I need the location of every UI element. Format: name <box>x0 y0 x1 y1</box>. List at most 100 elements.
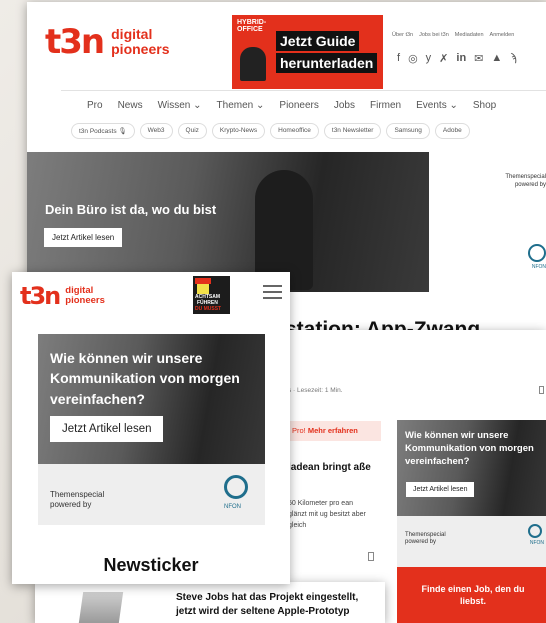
twitter-icon[interactable]: y <box>426 52 432 65</box>
banner-book: HYBRID- OFFICE <box>234 17 274 87</box>
magazine-cover[interactable]: ACHTSAM FÜHREN DU MUSST <box>193 276 230 314</box>
tag-samsung[interactable]: Samsung <box>386 123 430 139</box>
nav-shop[interactable]: Shop <box>473 100 496 111</box>
tag-podcasts[interactable]: t3n Podcasts 🎙 <box>71 123 135 139</box>
hamburger-menu-icon[interactable] <box>263 285 282 299</box>
side-ad-sponsor: Themenspecial powered by NFON <box>397 516 546 570</box>
nav-themen[interactable]: Themen ⌄ <box>217 100 265 111</box>
story2-card[interactable]: Steve Jobs hat das Projekt eingestellt, … <box>35 582 385 623</box>
pro-label: Pro! <box>292 426 306 435</box>
tag-bar: t3n Podcasts 🎙 Web3 Quiz Krypto-News Hom… <box>71 123 470 139</box>
top-link-media[interactable]: Mediadaten <box>455 32 484 38</box>
hero-banner[interactable]: Dein Büro ist da, wo du bist Jetzt Artik… <box>27 152 429 292</box>
top-link-ueber[interactable]: Über t3n <box>392 32 413 38</box>
banner-illustration <box>240 47 266 81</box>
main-nav: Pro News Wissen ⌄ Themen ⌄ Pioneers Jobs… <box>87 100 496 111</box>
tag-web3[interactable]: Web3 <box>139 123 173 139</box>
xing-icon[interactable]: ✗ <box>439 52 448 65</box>
nfon-logo-icon <box>528 244 546 262</box>
nav-pioneers[interactable]: Pioneers <box>279 100 318 111</box>
nav-firmen[interactable]: Firmen <box>370 100 401 111</box>
hero-sponsor: Themenspecial powered by NFON <box>429 152 546 292</box>
mobile-logo-mark: t3n <box>20 282 61 310</box>
story1-text: 50 Kilometer pro ean glänzt mit ug besit… <box>288 500 366 530</box>
tag-krypto[interactable]: Krypto-News <box>211 123 266 139</box>
mobile-ad-sponsor-label2: powered by <box>50 500 92 509</box>
mobile-logo-line2: pioneers <box>65 295 105 306</box>
chevron-down-icon: ⌄ <box>256 100 265 111</box>
instagram-icon[interactable]: ◎ <box>408 52 418 65</box>
nav-jobs[interactable]: Jobs <box>334 100 355 111</box>
mobile-logo[interactable]: t3n digital pioneers <box>20 282 105 310</box>
nav-news[interactable]: News <box>118 100 143 111</box>
mobile-ad-sponsor: Themenspecial powered by NFON <box>38 464 265 525</box>
magazine-line3: DU MUSST <box>195 306 222 312</box>
divider <box>61 90 546 91</box>
nfon-logo-icon <box>224 475 248 499</box>
rss-icon[interactable]: ϡ <box>510 52 516 65</box>
hero-sponsor-label: Themenspecial <box>505 174 546 180</box>
mail-icon[interactable]: ✉ <box>474 52 483 65</box>
story2-title: Steve Jobs hat das Projekt eingestellt, … <box>176 592 359 617</box>
story1-title[interactable]: ladean bringt aße <box>288 461 380 475</box>
tag-newsletter[interactable]: t3n Newsletter <box>323 123 382 139</box>
magazine-stripe <box>197 284 209 294</box>
nfon-logo-text: NFON <box>531 264 546 270</box>
social-icons: f ◎ y ✗ in ✉ ▲ ϡ <box>397 52 517 65</box>
site-logo[interactable]: t3n digital pioneers <box>45 22 169 62</box>
nav-events[interactable]: Events ⌄ <box>416 100 458 111</box>
header: t3n digital pioneers HYBRID- OFFICE Jetz… <box>27 2 546 89</box>
side-ad-title: Wie können wir unsere Kommunikation von … <box>405 430 534 467</box>
mobile-ad-sponsor-label: Themenspecial <box>50 490 105 499</box>
pro-link[interactable]: Mehr erfahren <box>308 426 358 435</box>
chevron-down-icon: ⌄ <box>193 100 202 111</box>
job-box[interactable]: Finde einen Job, den du liebst. <box>397 567 546 623</box>
bookmark-icon[interactable] <box>539 386 544 394</box>
article-view: s · Lesezeit: 1 Min. Pro! Mehr erfahren … <box>272 330 546 623</box>
logo-line2: pioneers <box>111 41 170 57</box>
nfon-logo-icon <box>528 524 542 538</box>
story-bookmark-icon[interactable] <box>368 552 374 561</box>
banner-line2: herunterladen <box>276 53 378 73</box>
side-ad-button[interactable]: Jetzt Artikel lesen <box>406 482 475 497</box>
top-link-jobs[interactable]: Jobs bei t3n <box>419 32 449 38</box>
pro-banner[interactable]: Pro! Mehr erfahren <box>286 421 381 441</box>
side-ad-sponsor-label2: powered by <box>405 539 437 545</box>
mobile-ad-button[interactable]: Jetzt Artikel lesen <box>50 416 164 442</box>
hero-sponsor-label2: powered by <box>514 182 546 188</box>
mobile-ad[interactable]: Wie können wir unsere Kommunikation von … <box>38 334 265 525</box>
top-link-login[interactable]: Anmelden <box>490 32 515 38</box>
tag-homeoffice[interactable]: Homeoffice <box>270 123 319 139</box>
facebook-icon[interactable]: f <box>397 52 400 65</box>
side-ad-sponsor-label: Themenspecial <box>405 532 446 538</box>
chevron-down-icon: ⌄ <box>449 100 458 111</box>
linkedin-icon[interactable]: in <box>456 52 466 65</box>
top-links: Über t3n Jobs bei t3n Mediadaten Anmelde… <box>392 32 514 38</box>
logo-mark: t3n <box>45 22 105 62</box>
banner-tag2: OFFICE <box>237 26 263 33</box>
nav-events-label: Events <box>416 100 447 111</box>
logo-line1: digital <box>111 26 153 43</box>
nav-wissen[interactable]: Wissen ⌄ <box>158 100 202 111</box>
article-meta: s · Lesezeit: 1 Min. <box>288 387 343 394</box>
tag-podcasts-label: t3n Podcasts <box>79 128 117 135</box>
story2-image <box>78 592 124 623</box>
hero-read-button[interactable]: Jetzt Artikel lesen <box>44 228 123 247</box>
side-ad[interactable]: Wie können wir unsere Kommunikation von … <box>397 420 546 570</box>
banner-tag1: HYBRID- <box>237 19 267 26</box>
banner-line1: Jetzt Guide <box>276 31 360 51</box>
nav-themen-label: Themen <box>216 100 254 111</box>
side-ad-logo-text: NFON <box>529 540 544 546</box>
tag-adobe[interactable]: Adobe <box>434 123 470 139</box>
tag-quiz[interactable]: Quiz <box>177 123 207 139</box>
nav-pro[interactable]: Pro <box>87 100 103 111</box>
mobile-ad-title: Wie können wir unsere Kommunikation von … <box>50 350 240 407</box>
bell-icon[interactable]: ▲ <box>491 52 502 65</box>
mobile-ad-logo-text: NFON <box>224 504 241 510</box>
hero-title: Dein Büro ist da, wo du bist <box>45 202 217 217</box>
job-box-text: Finde einen Job, den du liebst. <box>421 584 525 606</box>
hybrid-office-banner[interactable]: HYBRID- OFFICE Jetzt Guide herunterladen <box>232 15 383 89</box>
newsticker-heading: Newsticker <box>103 555 199 575</box>
nav-wissen-label: Wissen <box>157 100 191 111</box>
mobile-view: t3n digital pioneers ACHTSAM FÜHREN DU M… <box>12 272 290 584</box>
